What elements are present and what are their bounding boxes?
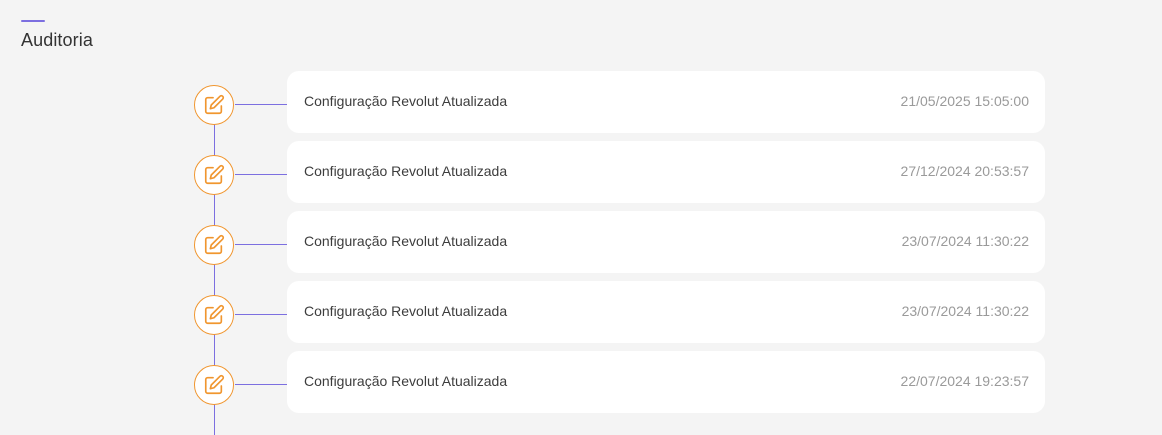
edit-icon	[194, 85, 234, 125]
timeline-entry: Configuração Revolut Atualizada 23/07/20…	[0, 281, 1162, 343]
audit-entry-date: 23/07/2024 11:30:22	[901, 303, 1029, 319]
timeline-connector	[235, 174, 287, 175]
timeline-entry: Configuração Revolut Atualizada 22/07/20…	[0, 351, 1162, 413]
audit-entry-card[interactable]: Configuração Revolut Atualizada 21/05/20…	[287, 71, 1045, 133]
edit-icon	[194, 365, 234, 405]
timeline-connector	[235, 314, 287, 315]
timeline-entry: Configuração Revolut Atualizada 23/07/20…	[0, 211, 1162, 273]
audit-entry-date: 22/07/2024 19:23:57	[900, 373, 1029, 389]
audit-entry-date: 21/05/2025 15:05:00	[900, 93, 1029, 109]
timeline-connector	[235, 244, 287, 245]
audit-entry-label: Configuração Revolut Atualizada	[304, 303, 508, 319]
edit-icon	[194, 225, 234, 265]
timeline-connector	[235, 104, 287, 105]
audit-entry-label: Configuração Revolut Atualizada	[304, 233, 508, 249]
edit-icon	[194, 155, 234, 195]
edit-icon	[194, 295, 234, 335]
audit-entry-card[interactable]: Configuração Revolut Atualizada 27/12/20…	[287, 141, 1045, 203]
timeline-entry: Configuração Revolut Atualizada 27/12/20…	[0, 141, 1162, 203]
audit-entry-label: Configuração Revolut Atualizada	[304, 163, 508, 179]
timeline-connector	[235, 384, 287, 385]
audit-entry-label: Configuração Revolut Atualizada	[304, 373, 508, 389]
timeline-entry: Configuração Revolut Atualizada 21/05/20…	[0, 71, 1162, 133]
audit-timeline: Configuração Revolut Atualizada 21/05/20…	[0, 0, 1162, 435]
audit-entry-date: 23/07/2024 11:30:22	[901, 233, 1029, 249]
audit-entry-card[interactable]: Configuração Revolut Atualizada 22/07/20…	[287, 351, 1045, 413]
audit-entry-label: Configuração Revolut Atualizada	[304, 93, 508, 109]
audit-entry-date: 27/12/2024 20:53:57	[900, 163, 1029, 179]
audit-entry-card[interactable]: Configuração Revolut Atualizada 23/07/20…	[287, 281, 1045, 343]
audit-entry-card[interactable]: Configuração Revolut Atualizada 23/07/20…	[287, 211, 1045, 273]
